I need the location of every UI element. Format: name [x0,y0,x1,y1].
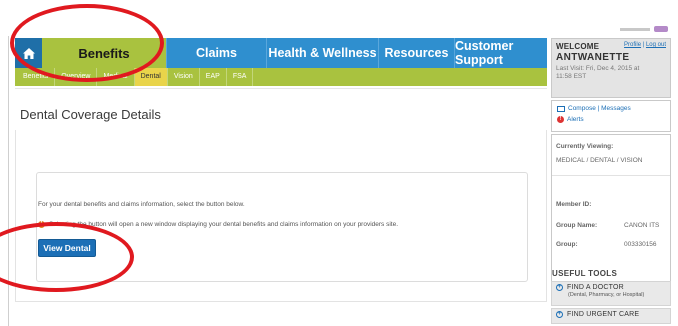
subnav-vision[interactable]: Vision [168,68,200,86]
brand-logo [620,26,670,32]
logout-link[interactable]: Log out [646,42,666,48]
messages-link[interactable]: Messages [601,105,631,112]
nav-customer-support[interactable]: Customer Support [454,38,547,68]
welcome-label: WELCOME [556,42,600,51]
last-visit: Last Visit: Fri, Dec 4, 2015 at 11:58 ES… [556,65,640,80]
nav-claims[interactable]: Claims [166,38,266,68]
find-urgent-care-label: FIND URGENT CARE [567,311,640,318]
dental-info-text: For your dental benefits and claims info… [38,201,245,208]
subnav-medical[interactable]: Medical [97,68,135,86]
envelope-icon [557,105,565,112]
view-dental-button[interactable]: View Dental [38,239,96,257]
warning-icon: ! [38,221,45,228]
content-divider [15,88,547,89]
left-border [8,36,9,326]
welcome-panel: WELCOME Profile | Log out ANTWANETTE Las… [551,38,671,98]
group-name-label: Group Name: [556,222,598,229]
find-urgent-care-tool[interactable]: + FIND URGENT CARE [551,308,671,324]
user-name: ANTWANETTE [556,52,630,63]
new-window-notice-text: Selecting the button will open a new win… [49,221,399,228]
member-id-label: Member ID: [556,201,592,208]
messages-panel: Compose | Messages ! Alerts [551,100,671,132]
top-strip [0,0,678,36]
nav-health-wellness[interactable]: Health & Wellness [266,38,378,68]
plus-icon: + [556,284,563,291]
compose-link[interactable]: Compose [568,105,596,112]
plus-icon: + [556,311,563,318]
new-window-notice: ! Selecting the button will open a new w… [38,221,398,228]
sidebar: WELCOME Profile | Log out ANTWANETTE Las… [551,38,671,326]
find-doctor-tool[interactable]: + FIND A DOCTOR (Dental, Pharmacy, or Ho… [551,281,671,306]
page-title: Dental Coverage Details [20,107,161,122]
main-nav: Benefits Claims Health & Wellness Resour… [15,38,547,68]
sub-nav: Benefits Overview Medical Dental Vision … [15,68,547,86]
subnav-overview[interactable]: Overview [55,68,98,86]
currently-viewing-value: MEDICAL / DENTAL / VISION [556,157,643,164]
home-icon[interactable] [15,38,42,68]
alerts-link[interactable]: Alerts [567,116,584,123]
nav-resources[interactable]: Resources [378,38,454,68]
group-label: Group: [556,241,578,248]
subnav-benefits[interactable]: Benefits [17,68,56,86]
divider [552,175,670,176]
subnav-fsa[interactable]: FSA [227,68,254,86]
subnav-eap[interactable]: EAP [200,68,227,86]
useful-tools-title: USEFUL TOOLS [552,269,618,278]
currently-viewing-label: Currently Viewing: [556,143,614,150]
subnav-dental[interactable]: Dental [134,68,168,86]
group-name-value: CANON ITS [624,222,660,229]
group-value: 003330156 [624,241,657,248]
profile-link[interactable]: Profile [624,42,641,48]
alert-icon: ! [557,116,564,123]
find-doctor-label: FIND A DOCTOR [567,284,624,291]
nav-benefits[interactable]: Benefits [42,38,166,68]
find-doctor-sub: (Dental, Pharmacy, or Hospital) [568,292,645,298]
